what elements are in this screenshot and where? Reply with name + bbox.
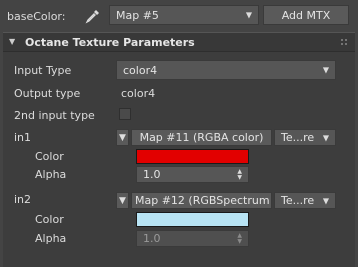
in1-map-label: Map #11 (RGBA color)	[139, 131, 264, 144]
spinner-arrows-icon[interactable]: ▲ ▼	[237, 168, 242, 181]
section-title: Octane Texture Parameters	[25, 36, 195, 49]
triangle-down-icon: ▼	[119, 132, 126, 143]
base-color-label: baseColor:	[7, 10, 66, 23]
in2-color-swatch[interactable]	[136, 212, 249, 227]
second-input-type-label: 2nd input type	[14, 109, 95, 122]
in2-mode-value: Te...re	[281, 194, 315, 207]
add-mtx-label: Add MTX	[281, 8, 331, 22]
in2-map-button[interactable]: Map #12 (RGBSpectrum Text	[131, 192, 272, 209]
eyedropper-icon[interactable]	[84, 7, 102, 25]
in2-map-label: Map #12 (RGBSpectrum Text	[135, 194, 271, 207]
in1-mode-dropdown[interactable]: Te...re ▼	[274, 129, 336, 146]
in2-alpha-value: 1.0	[143, 232, 161, 245]
triangle-down-icon: ▼	[119, 195, 126, 206]
in2-alpha-label: Alpha	[35, 232, 67, 245]
output-type-label: Output type	[14, 87, 81, 100]
grip-icon	[339, 37, 349, 47]
in2-color-label: Color	[35, 213, 64, 226]
section-header[interactable]: ▼ Octane Texture Parameters	[3, 32, 355, 52]
triangle-down-icon[interactable]: ▼	[9, 37, 15, 46]
map-field-value: Map #5	[116, 8, 159, 22]
chevron-down-icon: ▼	[322, 133, 329, 142]
in1-color-swatch[interactable]	[136, 149, 249, 164]
chevron-down-icon: ▼	[322, 196, 329, 205]
in2-expand-button[interactable]: ▼	[116, 192, 129, 209]
in2-alpha-spinner[interactable]: 1.0 ▲ ▼	[136, 230, 249, 247]
second-input-type-checkbox[interactable]	[119, 108, 131, 120]
in1-expand-button[interactable]: ▼	[116, 129, 129, 146]
map-field[interactable]: Map #5 ▼	[109, 5, 259, 25]
input-type-label: Input Type	[14, 64, 72, 77]
in1-mode-value: Te...re	[281, 131, 315, 144]
texture-parameters-panel: ▼ Octane Texture Parameters Input Type c…	[3, 32, 355, 267]
input-type-value: color4	[123, 63, 158, 77]
add-mtx-button[interactable]: Add MTX	[263, 5, 349, 25]
in1-map-button[interactable]: Map #11 (RGBA color)	[131, 129, 272, 146]
in1-alpha-value: 1.0	[143, 168, 161, 181]
in1-label: in1	[14, 131, 32, 144]
in2-mode-dropdown[interactable]: Te...re ▼	[274, 192, 336, 209]
in1-alpha-spinner[interactable]: 1.0 ▲ ▼	[136, 166, 249, 183]
in1-color-label: Color	[35, 150, 64, 163]
output-type-value: color4	[121, 87, 156, 100]
input-type-dropdown[interactable]: color4 ▼	[116, 60, 336, 80]
chevron-down-icon: ▼	[322, 65, 329, 75]
in2-label: in2	[14, 193, 32, 206]
top-bar: baseColor: Map #5 ▼ Add MTX	[0, 0, 358, 32]
spinner-arrows-icon[interactable]: ▲ ▼	[237, 232, 242, 245]
chevron-down-icon: ▼	[245, 10, 252, 20]
in1-alpha-label: Alpha	[35, 168, 67, 181]
